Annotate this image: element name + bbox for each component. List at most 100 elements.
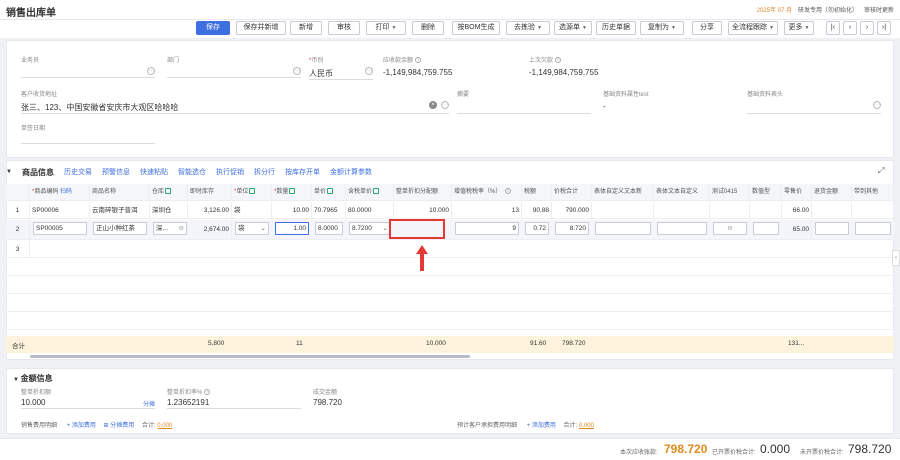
select-icon[interactable]: ⋯ [873,101,881,109]
trace-button[interactable]: 全流程跟踪 ▼ [728,21,778,35]
dept-field[interactable]: 部门 ⋯ [167,55,301,78]
tax-input[interactable]: 0.72 [525,222,549,235]
customer-fee-total-value[interactable]: 0.000 [579,423,594,429]
action-split-row[interactable]: 拆分行 [254,167,275,177]
next-page-icon[interactable]: › [860,21,874,35]
fullscreen-icon[interactable]: ⤢ [878,166,884,176]
salesperson-field[interactable]: 业务员 ⋯ [21,55,155,78]
select-icon[interactable]: ⋯ [293,67,301,75]
cell-tax[interactable]: 90.88 [522,202,552,219]
period-date[interactable]: 2025年 07 月 [757,5,792,14]
cell-code[interactable]: SP00006 [30,202,90,219]
audit-button[interactable]: 审核 [328,21,360,35]
tax-price-select[interactable]: 8.7200 ⌄ [349,222,391,235]
return-input[interactable] [815,222,849,235]
action-quick-paste[interactable]: 快速粘贴 [140,167,168,177]
cell-stock[interactable]: 3,126.00 [188,202,232,219]
action-smart-warehouse[interactable]: 智能选仓 [178,167,206,177]
custom-text-input[interactable] [595,222,651,235]
currency-field[interactable]: *币别 人民币 ⋯ [309,55,373,80]
text-custom-input[interactable] [657,222,707,235]
numeric-input[interactable] [753,222,779,235]
bring-other-input[interactable] [855,222,891,235]
cell-unit[interactable]: 袋 [232,202,272,219]
save-new-button[interactable]: 保存并新增 [236,21,286,35]
cell-numeric[interactable] [750,202,782,219]
help-icon[interactable]: ? [505,188,512,195]
help-icon[interactable]: ? [204,389,211,396]
highlighted-discount-cell[interactable] [389,219,445,239]
select-icon[interactable]: ⋯ [147,67,155,75]
action-warning-info[interactable]: 预警信息 [102,167,130,177]
cell-custom-text[interactable] [592,202,654,219]
code-input[interactable]: SP00005 [33,222,87,235]
org-name[interactable]: 研发专用（勿初始化） [798,5,858,14]
cell-return[interactable] [812,202,852,219]
edit-check-icon[interactable] [249,188,256,195]
prev-page-icon[interactable]: ‹ [843,21,857,35]
address-field[interactable]: 客户收货地址 张三、123、中国安徽省安庆市大观区哈哈哈 × ⋯ [21,89,449,114]
select-icon[interactable]: ⊖ [179,223,184,234]
cell-warehouse[interactable]: 深圳仓 [150,202,188,219]
summary-field[interactable]: 摘要 [457,89,591,114]
table-row[interactable]: 1 SP00006 云南碎银子普洱 深圳仓 3,126.00 袋 10.00 7… [6,202,894,219]
split-fee-button[interactable]: ⊞ 分摊费用 [104,423,135,429]
total-input[interactable]: 8.720 [555,222,589,235]
select-source-button[interactable]: 选源单 ▼ [554,21,592,35]
horizontal-scrollbar[interactable] [30,355,470,358]
cell-price[interactable]: 70.7965 [312,202,346,219]
side-expand-icon[interactable]: ‹ [892,250,900,266]
last-page-icon[interactable]: ›| [877,21,891,35]
test0415-select[interactable]: ⊖ [713,222,747,235]
select-icon[interactable]: ⋯ [365,67,373,75]
cell-text-custom[interactable] [654,202,710,219]
cell-tax-rate[interactable]: 13 [452,202,522,219]
cell-total[interactable]: 790.000 [552,202,592,219]
help-icon[interactable]: ? [555,57,562,64]
share-button[interactable]: 分享 [692,21,722,35]
save-button[interactable]: 保存 [196,21,230,35]
edit-check-icon[interactable] [373,188,380,195]
name-input[interactable]: 正山小种红茶 [93,222,147,235]
edit-check-icon[interactable] [289,188,296,195]
action-stock-order[interactable]: 按库存开单 [285,167,320,177]
delete-button[interactable]: 删除 [412,21,444,35]
cell-name[interactable]: 云南碎银子普洱 [90,202,150,219]
basic-header-field[interactable]: 基础资料表头 ⋯ [747,89,881,114]
pick-button[interactable]: 去拣验 ▼ [506,21,550,35]
cell-discount[interactable]: 10.000 [394,202,452,219]
cell-tax-price[interactable]: 80.0000 [346,202,394,219]
edit-check-icon[interactable] [165,188,172,195]
select-icon[interactable]: ⋯ [441,101,449,109]
help-icon[interactable]: ? [415,57,422,64]
table-row[interactable]: 3 [6,241,894,258]
price-input[interactable]: 8.0000 [315,222,343,235]
first-page-icon[interactable]: |‹ [826,21,840,35]
split-link[interactable]: 分摊 [143,399,155,408]
clear-icon[interactable]: × [429,101,437,109]
cell-qty[interactable]: 10.00 [272,202,312,219]
print-button[interactable]: 打印 ▼ [366,21,406,35]
cell-test0415[interactable] [710,202,750,219]
action-amount-params[interactable]: 金额计算参数 [330,167,372,177]
sign-date-field[interactable]: 单签日期 [21,123,155,144]
cell-stock[interactable]: 2,674.00 [188,220,232,240]
history-button[interactable]: 历史单据 [596,21,636,35]
more-button[interactable]: 更多 ▼ [784,21,814,35]
cell-retail[interactable]: 66.00 [782,202,812,219]
edit-check-icon[interactable] [327,188,334,195]
qty-input[interactable]: 1.00 [275,222,309,235]
cell-retail[interactable]: 65.00 [782,220,812,240]
add-button[interactable]: 新增 [290,21,322,35]
table-row[interactable]: 2 SP00005 正山小种红茶 深... ⊖ 2,674.00 袋 ⌄ 1.00 … [6,220,894,240]
collapse-icon[interactable]: ▼ [6,169,12,175]
add-customer-fee-button[interactable]: + 添加费用 [527,423,556,429]
action-promotion[interactable]: 执行促销 [216,167,244,177]
copy-as-button[interactable]: 复制为 ▼ [640,21,684,35]
bom-generate-button[interactable]: 按BOM生成 [452,21,500,35]
update-mode[interactable]: 审核时更新 [864,5,894,14]
warehouse-input[interactable]: 深... ⊖ [153,222,187,235]
discount-amount-field[interactable]: 整单折扣额 10.000 分摊 [21,387,155,409]
fee-total-value[interactable]: 0.000 [157,423,172,429]
tax-rate-input[interactable]: 9 [455,222,519,235]
